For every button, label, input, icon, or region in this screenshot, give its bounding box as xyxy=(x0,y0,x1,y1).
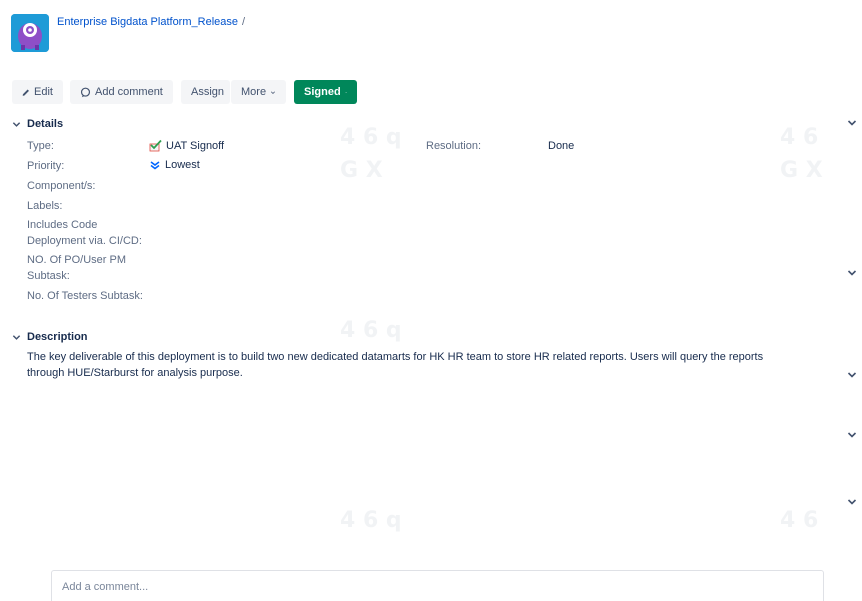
type-value: UAT Signoff xyxy=(149,139,224,152)
watermark: 4 6 xyxy=(780,508,819,533)
resolution-value: Done xyxy=(548,140,575,152)
breadcrumb: Enterprise Bigdata Platform_Release / xyxy=(57,16,245,28)
description-text: The key deliverable of this deployment i… xyxy=(27,351,764,379)
chevron-down-icon xyxy=(345,91,347,93)
watermark: 4 6 q xyxy=(340,318,402,343)
status-signed-button[interactable]: Signed xyxy=(294,80,357,104)
lowest-priority-icon xyxy=(150,161,160,170)
testers-subtask-label: No. Of Testers Subtask: xyxy=(27,290,143,302)
watermark: 4 6 xyxy=(780,125,819,150)
chevron-down-icon[interactable] xyxy=(847,118,857,128)
issue-toolbar: Edit Add comment Assign More Signed xyxy=(12,80,357,104)
add-comment-label: Add comment xyxy=(95,86,163,98)
priority-value: Lowest xyxy=(149,159,200,171)
components-label: Component/s: xyxy=(27,180,96,192)
resolution-label: Resolution: xyxy=(426,140,482,152)
chevron-down-icon xyxy=(271,90,276,94)
watermark: 4 6 q xyxy=(340,508,402,533)
add-comment-button[interactable]: Add comment xyxy=(70,80,173,104)
assign-label: Assign xyxy=(191,86,225,98)
edit-button-label: Edit xyxy=(34,86,53,98)
description-section-toggle[interactable]: Description xyxy=(12,331,88,343)
chevron-down-icon[interactable] xyxy=(847,430,857,440)
po-subtask-label-line2: Subtask: xyxy=(27,270,70,282)
type-value-text: UAT Signoff xyxy=(166,139,225,152)
code-deploy-label-line1: Includes Code xyxy=(27,219,98,231)
chevron-down-icon xyxy=(12,334,21,340)
chevron-down-icon[interactable] xyxy=(847,268,857,278)
chevron-down-icon[interactable] xyxy=(847,497,857,507)
details-heading: Details xyxy=(27,118,64,130)
code-deploy-label-line2: Deployment via. CI/CD: xyxy=(27,235,142,247)
priority-label: Priority: xyxy=(27,160,65,172)
add-comment-input[interactable]: Add a comment... xyxy=(51,570,824,601)
description-heading: Description xyxy=(27,331,88,343)
watermark: G X xyxy=(340,158,383,183)
labels-label: Labels: xyxy=(27,200,63,212)
details-section-toggle[interactable]: Details xyxy=(12,118,63,130)
project-avatar-icon xyxy=(11,14,49,52)
type-label: Type: xyxy=(27,140,54,152)
more-label: More xyxy=(241,86,267,98)
breadcrumb-project-link[interactable]: Enterprise Bigdata Platform_Release xyxy=(57,16,238,28)
breadcrumb-separator: / xyxy=(241,16,246,28)
assign-button[interactable]: Assign xyxy=(181,80,230,104)
watermark: G X xyxy=(780,158,823,183)
edit-button[interactable]: Edit xyxy=(12,80,63,104)
more-button[interactable]: More xyxy=(231,80,286,104)
chevron-down-icon xyxy=(12,121,21,127)
watermark: 4 6 q xyxy=(340,125,402,150)
speech-bubble-icon xyxy=(80,87,91,97)
chevron-down-icon[interactable] xyxy=(847,370,857,380)
pencil-icon xyxy=(22,89,29,96)
priority-value-text: Lowest xyxy=(165,159,200,171)
status-label: Signed xyxy=(304,86,341,98)
uat-signoff-icon xyxy=(149,139,162,152)
project-avatar[interactable] xyxy=(11,14,49,52)
po-subtask-label-line1: NO. Of PO/User PM xyxy=(27,254,127,266)
